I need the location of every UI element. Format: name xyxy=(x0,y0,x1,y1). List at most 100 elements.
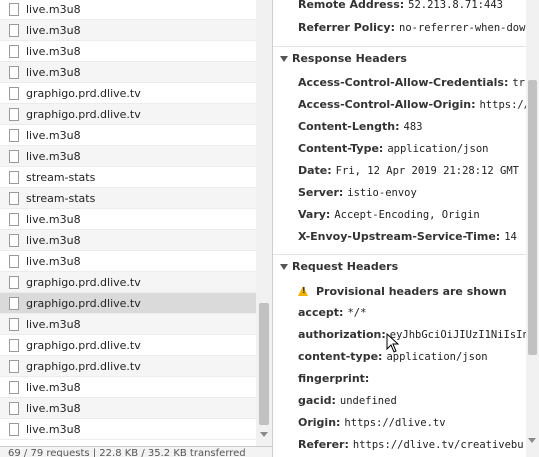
header-name: Origin: xyxy=(298,416,341,429)
request-row[interactable]: live.m3u8 xyxy=(0,146,256,167)
request-row[interactable]: live.m3u8 xyxy=(0,230,256,251)
header-value: eyJhbGciOiJIUzI1NiIsIn xyxy=(389,329,526,341)
request-name: stream-stats xyxy=(26,170,96,184)
request-row[interactable]: live.m3u8 xyxy=(0,419,256,440)
file-icon xyxy=(9,65,19,79)
request-name: graphigo.prd.dlive.tv xyxy=(26,296,141,310)
file-icon xyxy=(9,149,19,163)
request-row[interactable]: live.m3u8 xyxy=(0,41,256,62)
header-row: X-Envoy-Upstream-Service-Time: 14 xyxy=(298,226,517,247)
header-name: Date: xyxy=(298,164,332,177)
general-row: Remote Address: 52.213.8.71:443 xyxy=(298,0,503,15)
header-value: undefined xyxy=(339,395,397,407)
header-name: accept: xyxy=(298,306,344,319)
file-icon xyxy=(9,380,19,394)
header-value: no-referrer-when-down xyxy=(399,22,526,34)
header-name: Content-Type: xyxy=(298,142,384,155)
request-name: live.m3u8 xyxy=(26,317,81,331)
request-name: live.m3u8 xyxy=(26,212,81,226)
header-row: authorization: eyJhbGciOiJIUzI1NiIsIn xyxy=(298,324,526,345)
header-value: Accept-Encoding, Origin xyxy=(334,209,480,221)
header-name: X-Envoy-Upstream-Service-Time: xyxy=(298,230,501,243)
header-name: Remote Address: xyxy=(298,0,405,11)
warning-icon xyxy=(298,286,308,296)
request-row[interactable]: live.m3u8 xyxy=(0,20,256,41)
request-row[interactable]: live.m3u8 xyxy=(0,0,256,20)
file-icon xyxy=(9,128,19,142)
header-value: application/json xyxy=(386,351,488,363)
request-name: stream-stats xyxy=(26,191,96,205)
header-value: 483 xyxy=(403,121,423,133)
header-name: Access-Control-Allow-Credentials: xyxy=(298,76,509,89)
header-value: Fri, 12 Apr 2019 21:28:12 GMT xyxy=(335,165,519,177)
request-row[interactable]: graphigo.prd.dlive.tv xyxy=(0,335,256,356)
request-row[interactable]: live.m3u8 xyxy=(0,251,256,272)
request-row[interactable]: live.m3u8 xyxy=(0,398,256,419)
header-name: Vary: xyxy=(298,208,331,221)
request-row[interactable]: live.m3u8 xyxy=(0,314,256,335)
request-row[interactable]: graphigo.prd.dlive.tv xyxy=(0,272,256,293)
file-icon xyxy=(9,422,19,436)
request-name: live.m3u8 xyxy=(26,23,81,37)
request-name: live.m3u8 xyxy=(26,422,81,436)
status-bar: 69 / 79 requests | 22.8 KB / 35.2 KB tra… xyxy=(0,446,272,457)
header-name: Referrer Policy: xyxy=(298,21,395,34)
request-row[interactable]: live.m3u8 xyxy=(0,377,256,398)
request-name: graphigo.prd.dlive.tv xyxy=(26,275,141,289)
file-icon xyxy=(9,296,19,310)
request-name: live.m3u8 xyxy=(26,149,81,163)
header-value: 52.213.8.71:443 xyxy=(408,0,503,11)
header-row: Content-Length: 483 xyxy=(298,116,422,137)
header-name: Referer: xyxy=(298,438,349,451)
request-name: live.m3u8 xyxy=(26,233,81,247)
header-name: content-type: xyxy=(298,350,383,363)
request-name: graphigo.prd.dlive.tv xyxy=(26,338,141,352)
file-icon xyxy=(9,44,19,58)
header-row: Referer: https://dlive.tv/creativebu xyxy=(298,434,524,455)
request-row[interactable]: live.m3u8 xyxy=(0,209,256,230)
header-value: */* xyxy=(347,307,367,319)
scrollbar-thumb[interactable] xyxy=(528,80,537,355)
request-list: live.m3u8 live.m3u8 live.m3u8 live.m3u8 grap… xyxy=(0,0,256,446)
header-row: accept: */* xyxy=(298,302,366,323)
request-list-panel: live.m3u8 live.m3u8 live.m3u8 live.m3u8 grap… xyxy=(0,0,272,457)
general-row: Referrer Policy: no-referrer-when-down xyxy=(298,17,526,38)
scroll-down-arrow-icon[interactable] xyxy=(528,438,536,443)
request-list-scrollbar[interactable] xyxy=(256,0,272,446)
expand-triangle-icon xyxy=(280,264,288,270)
file-icon xyxy=(9,212,19,226)
request-row[interactable]: graphigo.prd.dlive.tv xyxy=(0,356,256,377)
request-name: live.m3u8 xyxy=(26,65,81,79)
request-row[interactable]: graphigo.prd.dlive.tv xyxy=(0,104,256,125)
header-row: gacid: undefined xyxy=(298,390,397,411)
scrollbar-thumb[interactable] xyxy=(259,303,269,425)
request-name: live.m3u8 xyxy=(26,128,81,142)
file-icon xyxy=(9,233,19,247)
file-icon xyxy=(9,23,19,37)
request-name: live.m3u8 xyxy=(26,2,81,16)
response-headers-toggle[interactable]: Response Headers xyxy=(273,46,526,70)
file-icon xyxy=(9,338,19,352)
scroll-down-arrow-icon[interactable] xyxy=(260,432,268,437)
headers-scrollbar[interactable] xyxy=(526,0,539,457)
file-icon xyxy=(9,170,19,184)
header-row: Server: istio-envoy xyxy=(298,182,417,203)
header-row: fingerprint: xyxy=(298,368,373,389)
request-headers-toggle[interactable]: Request Headers xyxy=(273,254,526,278)
request-row[interactable]: graphigo.prd.dlive.tv xyxy=(0,293,256,314)
request-row[interactable]: live.m3u8 xyxy=(0,125,256,146)
header-value: istio-envoy xyxy=(347,187,417,199)
request-row[interactable]: stream-stats xyxy=(0,167,256,188)
header-row: Access-Control-Allow-Credentials:true xyxy=(298,72,526,93)
header-name: Content-Length: xyxy=(298,120,400,133)
request-row[interactable]: live.m3u8 xyxy=(0,62,256,83)
header-value: https://d xyxy=(479,99,526,111)
request-row[interactable]: stream-stats xyxy=(0,188,256,209)
request-row[interactable]: graphigo.prd.dlive.tv xyxy=(0,83,256,104)
file-icon xyxy=(9,107,19,121)
file-icon xyxy=(9,401,19,415)
file-icon xyxy=(9,254,19,268)
file-icon xyxy=(9,317,19,331)
section-title: Response Headers xyxy=(292,52,407,65)
request-name: graphigo.prd.dlive.tv xyxy=(26,359,141,373)
